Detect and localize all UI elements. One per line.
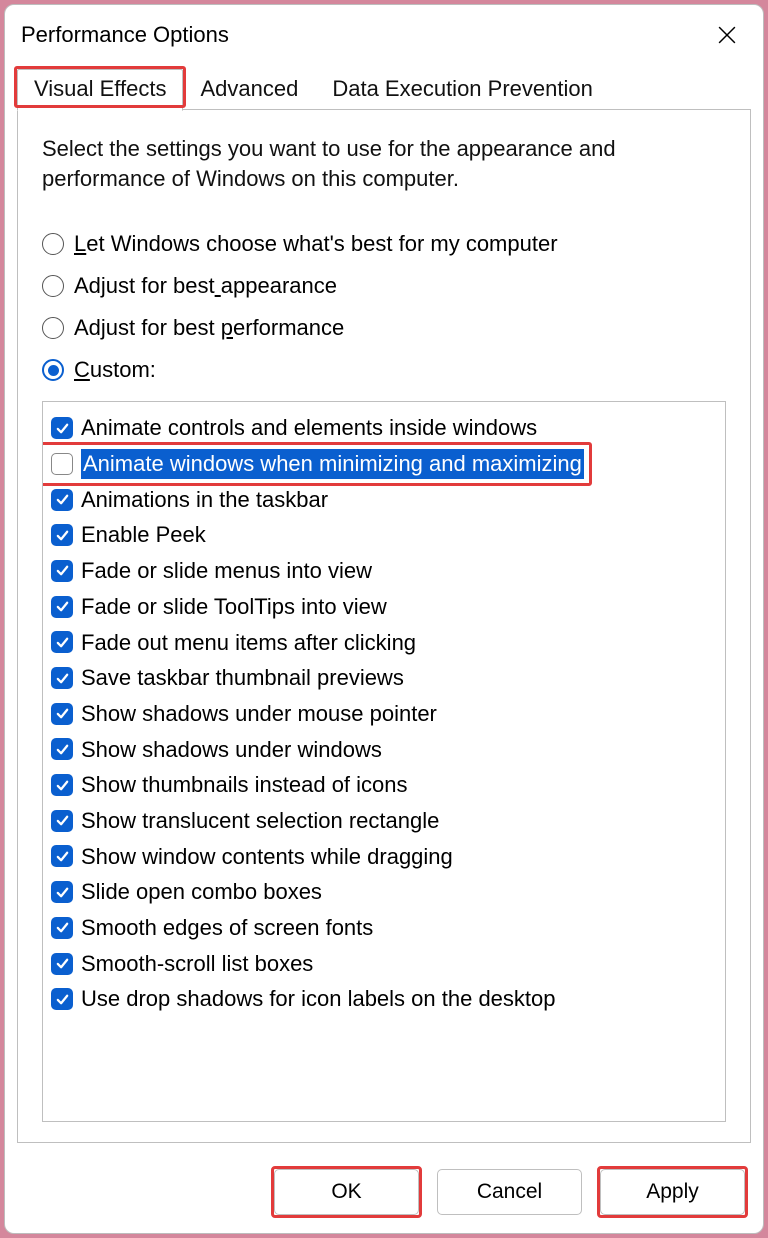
radio-option[interactable]: Adjust for best appearance — [42, 265, 726, 307]
cancel-button[interactable]: Cancel — [437, 1169, 582, 1215]
checklist-item[interactable]: Slide open combo boxes — [49, 874, 719, 910]
checkbox[interactable] — [51, 988, 73, 1010]
checklist-item-label: Fade or slide ToolTips into view — [81, 592, 387, 622]
radio-button[interactable] — [42, 317, 64, 339]
window-title: Performance Options — [21, 22, 229, 48]
checklist-item[interactable]: Show thumbnails instead of icons — [49, 767, 719, 803]
radio-option[interactable]: Adjust for best performance — [42, 307, 726, 349]
checklist-item[interactable]: Animations in the taskbar — [49, 482, 719, 518]
checklist-item[interactable]: Smooth-scroll list boxes — [49, 946, 719, 982]
tab-visual-effects[interactable]: Visual Effects — [17, 69, 183, 111]
radio-option[interactable]: Let Windows choose what's best for my co… — [42, 223, 726, 265]
button-row: OK Cancel Apply — [5, 1155, 763, 1233]
ok-button-label: OK — [331, 1180, 361, 1204]
checklist-item[interactable]: Fade out menu items after clicking — [49, 625, 719, 661]
checklist-item[interactable]: Smooth edges of screen fonts — [49, 910, 719, 946]
checklist-item-label: Show shadows under mouse pointer — [81, 699, 437, 729]
checkbox[interactable] — [51, 524, 73, 546]
highlight-box — [14, 66, 186, 108]
checklist-item-label: Save taskbar thumbnail previews — [81, 663, 404, 693]
apply-button[interactable]: Apply — [600, 1169, 745, 1215]
radio-label: Custom: — [74, 357, 156, 383]
checklist-item-label: Fade or slide menus into view — [81, 556, 372, 586]
checklist-item[interactable]: Animate windows when minimizing and maxi… — [49, 446, 719, 482]
checkbox[interactable] — [51, 417, 73, 439]
checklist-item-label: Enable Peek — [81, 520, 206, 550]
checkbox[interactable] — [51, 738, 73, 760]
checklist-box: Animate controls and elements inside win… — [42, 401, 726, 1122]
checklist-item-label: Show window contents while dragging — [81, 842, 453, 872]
checkbox[interactable] — [51, 560, 73, 582]
checklist-item[interactable]: Fade or slide menus into view — [49, 553, 719, 589]
tab-advanced[interactable]: Advanced — [183, 69, 315, 111]
checklist-item-label: Show shadows under windows — [81, 735, 382, 765]
titlebar: Performance Options — [5, 5, 763, 61]
checklist-item-label: Slide open combo boxes — [81, 877, 322, 907]
checklist-item[interactable]: Show shadows under windows — [49, 732, 719, 768]
checkbox[interactable] — [51, 881, 73, 903]
checklist-item-label: Smooth-scroll list boxes — [81, 949, 313, 979]
checklist-item[interactable]: Show window contents while dragging — [49, 839, 719, 875]
checkbox[interactable] — [51, 631, 73, 653]
checklist-item[interactable]: Show translucent selection rectangle — [49, 803, 719, 839]
checklist-item[interactable]: Enable Peek — [49, 517, 719, 553]
checkbox[interactable] — [51, 489, 73, 511]
checklist-item-label: Fade out menu items after clicking — [81, 628, 416, 658]
checkbox[interactable] — [51, 453, 73, 475]
checklist-item[interactable]: Animate controls and elements inside win… — [49, 410, 719, 446]
checkbox[interactable] — [51, 667, 73, 689]
performance-options-window: Performance Options Visual EffectsAdvanc… — [4, 4, 764, 1234]
checklist-item[interactable]: Show shadows under mouse pointer — [49, 696, 719, 732]
checkbox[interactable] — [51, 953, 73, 975]
checkbox[interactable] — [51, 596, 73, 618]
checkbox[interactable] — [51, 703, 73, 725]
checklist-item-label: Animate controls and elements inside win… — [81, 413, 537, 443]
tabs-row: Visual EffectsAdvancedData Execution Pre… — [5, 61, 763, 110]
checklist-item-label: Show thumbnails instead of icons — [81, 770, 408, 800]
checklist-item-label: Animate windows when minimizing and maxi… — [81, 449, 584, 479]
checklist-item-label: Use drop shadows for icon labels on the … — [81, 984, 556, 1014]
radio-group: Let Windows choose what's best for my co… — [42, 223, 726, 391]
checklist-item[interactable]: Fade or slide ToolTips into view — [49, 589, 719, 625]
apply-button-label: Apply — [646, 1180, 699, 1204]
radio-label: Adjust for best appearance — [74, 273, 337, 299]
intro-text: Select the settings you want to use for … — [42, 134, 726, 193]
ok-button[interactable]: OK — [274, 1169, 419, 1215]
checkbox[interactable] — [51, 917, 73, 939]
radio-button[interactable] — [42, 359, 64, 381]
checklist-item[interactable]: Save taskbar thumbnail previews — [49, 660, 719, 696]
radio-label: Let Windows choose what's best for my co… — [74, 231, 558, 257]
tab-data-execution-prevention[interactable]: Data Execution Prevention — [315, 69, 610, 111]
checklist-item-label: Animations in the taskbar — [81, 485, 328, 515]
radio-label: Adjust for best performance — [74, 315, 344, 341]
checkbox[interactable] — [51, 845, 73, 867]
checklist-item-label: Smooth edges of screen fonts — [81, 913, 373, 943]
radio-option[interactable]: Custom: — [42, 349, 726, 391]
checklist-item[interactable]: Use drop shadows for icon labels on the … — [49, 981, 719, 1017]
radio-button[interactable] — [42, 275, 64, 297]
checkbox[interactable] — [51, 810, 73, 832]
checkbox[interactable] — [51, 774, 73, 796]
cancel-button-label: Cancel — [477, 1180, 542, 1204]
checklist-item-label: Show translucent selection rectangle — [81, 806, 439, 836]
close-button[interactable] — [707, 15, 747, 55]
tab-content-panel: Select the settings you want to use for … — [17, 109, 751, 1143]
close-icon — [718, 26, 736, 44]
radio-button[interactable] — [42, 233, 64, 255]
